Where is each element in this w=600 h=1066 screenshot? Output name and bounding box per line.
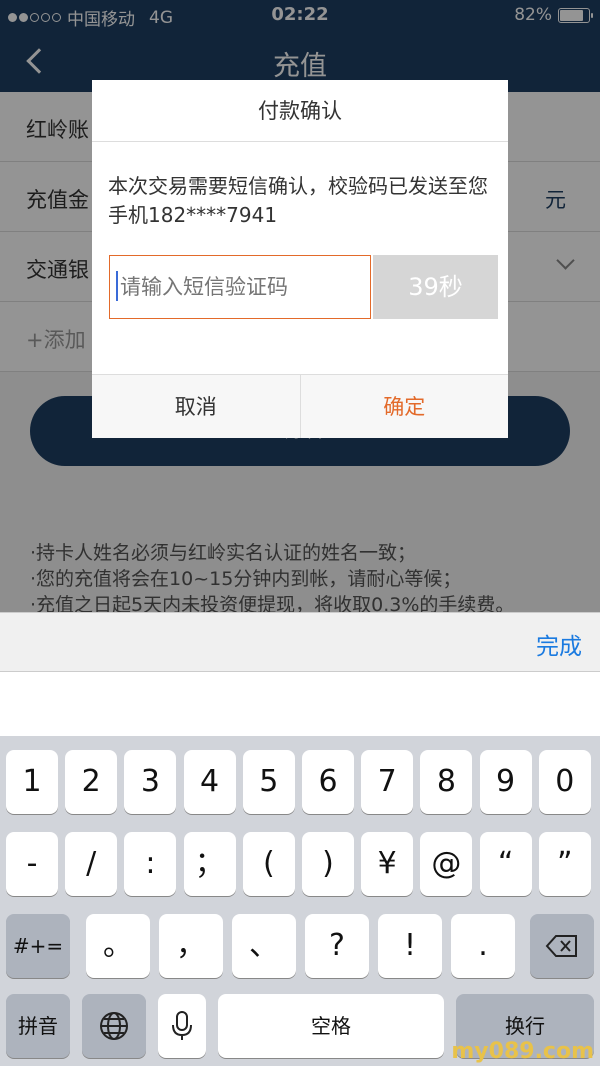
sms-code-input[interactable] [109,255,371,319]
mic-key[interactable] [158,994,206,1058]
dialog-title: 付款确认 [92,80,508,142]
key-punctuation[interactable]: 。 [86,914,150,978]
key-symbol[interactable]: : [124,832,177,896]
key-symbol[interactable]: - [6,832,58,896]
key-punctuation[interactable]: ， [159,914,223,978]
microphone-icon [172,1011,192,1040]
key-digit[interactable]: 4 [183,750,236,814]
key-symbol[interactable]: / [65,832,118,896]
key-digit[interactable]: 6 [302,750,354,814]
payment-confirm-dialog: 付款确认 本次交易需要短信确认，校验码已发送至您手机182****7941 39… [92,80,508,438]
key-punctuation[interactable]: 、 [232,914,296,978]
backspace-key[interactable] [530,914,594,978]
key-digit[interactable]: 2 [65,750,118,814]
key-digit[interactable]: 5 [242,750,295,814]
key-digit[interactable]: 9 [479,750,532,814]
cancel-button[interactable]: 取消 [92,375,301,438]
backspace-icon [545,935,577,957]
ok-button[interactable]: 确定 [301,375,509,438]
pinyin-key[interactable]: 拼音 [6,994,70,1058]
resend-timer-button[interactable]: 39秒 [373,255,498,319]
dialog-actions: 取消 确定 [92,374,508,438]
space-key[interactable]: 空格 [218,994,444,1058]
text-caret [116,271,118,301]
key-symbol[interactable]: ” [538,832,591,896]
dialog-message: 本次交易需要短信确认，校验码已发送至您手机182****7941 [108,174,488,227]
key-symbol[interactable]: ) [302,832,354,896]
key-digit[interactable]: 0 [538,750,591,814]
key-symbol[interactable]: ( [242,832,295,896]
key-punctuation[interactable]: ? [305,914,369,978]
watermark: my089.com [451,1039,594,1064]
keyboard-toolbar: 完成 [0,612,600,672]
globe-key[interactable] [82,994,146,1058]
key-digit[interactable]: 3 [124,750,177,814]
key-symbol[interactable]: @ [420,832,473,896]
globe-icon [100,1012,128,1040]
key-digit[interactable]: 8 [420,750,473,814]
key-punctuation[interactable]: ! [378,914,442,978]
key-symbol[interactable]: ¥ [361,832,414,896]
symbols-key[interactable]: #+= [6,914,70,978]
done-button[interactable]: 完成 [536,627,582,661]
key-digit[interactable]: 1 [6,750,58,814]
key-digit[interactable]: 7 [361,750,414,814]
keyboard-candidate-area [0,672,600,736]
key-punctuation[interactable]: . [451,914,515,978]
keyboard: 1-2/3:4； 5(6) 7 ¥8 @9 “0” #+=。，、?!. 拼音 空格 换行 [0,736,600,1066]
key-symbol[interactable]: “ [479,832,532,896]
key-symbol[interactable]: ； [183,832,236,896]
